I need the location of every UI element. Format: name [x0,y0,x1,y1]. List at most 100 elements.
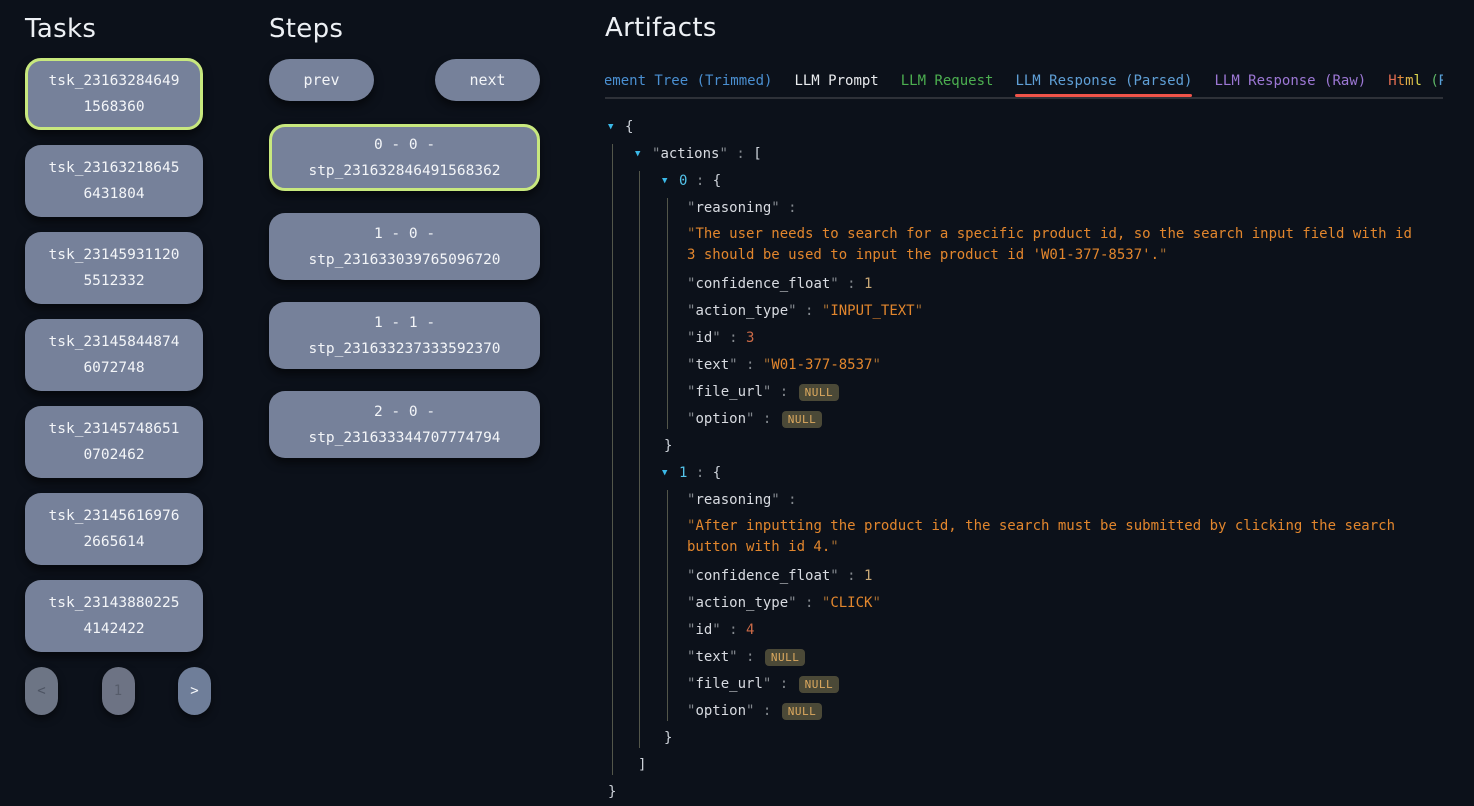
json-token: " [872,357,880,373]
json-token: : [721,622,746,638]
json-quote: " [729,649,737,665]
json-token: : [771,384,796,400]
step-index-label: 1 - 1 - [374,310,435,336]
json-tree-row: "The user needs to search for a specific… [608,222,1420,271]
pagination-next-button[interactable]: > [178,667,211,715]
step-button[interactable]: 2 - 0 -stp_231633344707774794 [269,391,540,458]
collapse-arrow-icon[interactable]: ▼ [635,141,645,168]
tab-char: m [1405,73,1413,89]
step-button[interactable]: 0 - 0 -stp_231632846491568362 [269,124,540,191]
step-id-label: stp_231632846491568362 [308,158,500,184]
json-token: : [754,411,779,427]
json-token: } [608,784,616,800]
pagination-prev-button[interactable]: < [25,667,58,715]
json-key: file_url [695,676,762,692]
json-quote: " [771,492,779,508]
tab-char: R [1439,73,1443,89]
json-tree-row: ] [608,752,1443,779]
json-token: : [839,276,864,292]
json-token: : [797,595,822,611]
json-quote: " [771,200,779,216]
prev-step-button[interactable]: prev [269,59,374,101]
json-quote: " [830,276,838,292]
json-key: id [695,330,712,346]
json-tree-row: "text" : NULL [608,644,1443,671]
tree-guide-line [667,490,668,721]
step-id-label: stp_231633237333592370 [308,336,500,362]
json-token: : [754,703,779,719]
json-token: " [830,539,838,555]
task-button[interactable]: tsk_231438802254142422 [25,580,203,652]
step-button[interactable]: 1 - 0 -stp_231633039765096720 [269,213,540,280]
artifact-tab[interactable]: Html (Raw) [1388,73,1443,89]
json-token: 1 [864,568,872,584]
json-token: : [771,676,796,692]
steps-panel: Steps prev next 0 - 0 -stp_2316328464915… [269,14,540,480]
tree-guide-line [667,198,668,429]
json-tree-row: ▼"actions" : [ [608,141,1443,168]
json-token: The user needs to search for a specific … [687,226,1412,263]
json-tree-row: "confidence_float" : 1 [608,563,1443,590]
json-quote: " [830,568,838,584]
task-button[interactable]: tsk_231632186456431804 [25,145,203,217]
json-tree-row: "file_url" : NULL [608,379,1443,406]
task-id-label: tsk_231458448746072748 [45,329,183,381]
next-step-button[interactable]: next [435,59,540,101]
json-token: } [664,438,672,454]
json-key: option [695,411,746,427]
json-key: confidence_float [695,276,830,292]
json-tree: ▼{▼"actions" : [▼0 : {"reasoning" : "The… [608,114,1443,806]
json-token: 4 [746,622,754,638]
collapse-arrow-icon[interactable]: ▼ [662,460,672,487]
task-id-label: tsk_231632186456431804 [45,155,183,207]
json-token: : [738,649,763,665]
artifacts-title: Artifacts [605,13,1443,43]
task-id-label: tsk_231456169762665614 [45,503,183,555]
json-quote: " [712,622,720,638]
artifact-tab[interactable]: Element Tree (Trimmed) [605,73,772,89]
null-badge: NULL [782,411,823,428]
json-tree-row: "After inputting the product id, the sea… [608,514,1420,563]
artifact-tab[interactable]: LLM Response (Raw) [1214,73,1366,89]
json-token: W01-377-8537 [771,357,872,373]
artifact-tab[interactable]: LLM Request [901,73,994,89]
task-button[interactable]: tsk_231632846491568360 [25,58,203,130]
json-tree-row: "id" : 4 [608,617,1443,644]
json-token: : [687,465,712,481]
collapse-arrow-icon[interactable]: ▼ [608,114,618,141]
json-quote: " [788,595,796,611]
json-token: After inputting the product id, the sear… [687,518,1395,555]
collapse-arrow-icon[interactable]: ▼ [662,168,672,195]
tasks-panel: Tasks tsk_231632846491568360 tsk_23163218… [25,14,211,715]
json-token: 1 [864,276,872,292]
artifact-tab[interactable]: LLM Response (Parsed) [1015,73,1192,89]
task-button[interactable]: tsk_231458448746072748 [25,319,203,391]
tab-char: l [1414,73,1422,89]
tasks-title: Tasks [25,14,211,44]
json-tree-row: } [608,725,1443,752]
step-controls: prev next [269,59,540,101]
task-button[interactable]: tsk_231459311205512332 [25,232,203,304]
json-token: { [625,119,633,135]
step-button[interactable]: 1 - 1 -stp_231633237333592370 [269,302,540,369]
json-token: " [1159,247,1167,263]
json-tree-row: "reasoning" : [608,487,1443,514]
tab-char: H [1388,73,1396,89]
json-token: : [780,492,797,508]
json-token: CLICK [830,595,872,611]
json-key: text [695,357,729,373]
json-token: : [839,568,864,584]
json-quote: " [719,146,727,162]
json-token: : [687,173,712,189]
json-token: : [797,303,822,319]
task-button[interactable]: tsk_231456169762665614 [25,493,203,565]
json-token: " [872,595,880,611]
json-tree-row: "reasoning" : [608,195,1443,222]
pagination-page-button[interactable]: 1 [102,667,135,715]
json-tree-row: "file_url" : NULL [608,671,1443,698]
step-index-label: 0 - 0 - [374,132,435,158]
artifact-tab[interactable]: LLM Prompt [794,73,878,89]
task-button[interactable]: tsk_231457486510702462 [25,406,203,478]
json-token: } [664,730,672,746]
json-tree-row: "option" : NULL [608,698,1443,725]
